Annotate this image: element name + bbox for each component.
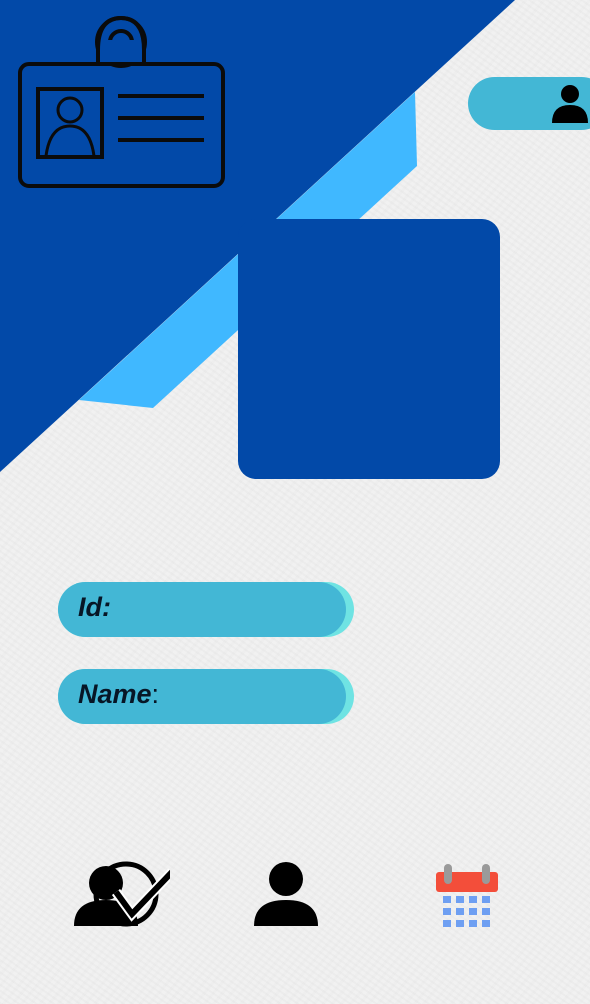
id-card-icon [18, 16, 225, 188]
profile-nav-icon[interactable] [241, 856, 341, 936]
id-field-body: Id: [58, 582, 346, 637]
profile-photo-placeholder [238, 219, 500, 479]
id-field: Id: [58, 582, 354, 637]
attendance-check-icon[interactable] [70, 856, 170, 936]
person-icon [552, 85, 588, 123]
id-label: Id: [78, 592, 111, 622]
profile-button[interactable] [468, 77, 590, 130]
name-field: Name: [58, 669, 354, 724]
name-label-text: Name [78, 679, 152, 709]
name-field-body: Name: [58, 669, 346, 724]
calendar-icon[interactable] [431, 862, 503, 936]
name-label: Name: [78, 679, 159, 710]
name-label-colon: : [151, 679, 160, 709]
